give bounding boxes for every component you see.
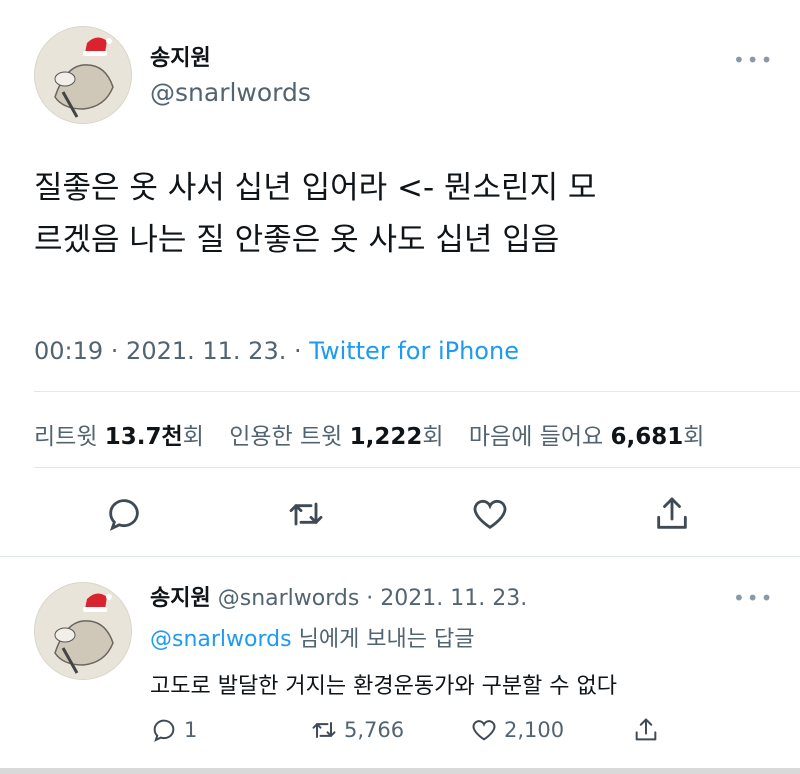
bottom-border	[0, 768, 800, 774]
quotes-stat[interactable]: 인용한 트윗 1,222회	[229, 424, 443, 450]
reply-handle-date[interactable]: @snarlwords · 2021. 11. 23.	[218, 586, 528, 611]
divider	[34, 391, 800, 392]
reply-reply-button[interactable]: 1	[150, 716, 197, 744]
retweet-count: 5,766	[344, 718, 405, 742]
reply-icon[interactable]	[104, 494, 144, 534]
like-icon	[472, 720, 496, 741]
reply-retweet-button[interactable]: 5,766	[310, 716, 404, 744]
reply-like-button[interactable]: 2,100	[470, 716, 564, 744]
reply-icon	[153, 719, 175, 742]
section-divider	[0, 556, 800, 557]
replying-to: @snarlwords 님에게 보내는 답글	[150, 627, 475, 652]
retweet-icon	[312, 722, 336, 738]
tweet-text-line-1: 질좋은 옷 사서 십년 입어라 <- 뭔소린지 모	[34, 170, 597, 206]
tweet-meta: 00:19 · 2021. 11. 23. · Twitter for iPho…	[34, 337, 519, 365]
more-options-icon[interactable]: •••	[733, 48, 774, 72]
tweet-text-line-2: 르겠음 나는 질 안좋은 옷 사도 십년 입음	[34, 222, 560, 258]
tweet-text: 질좋은 옷 사서 십년 입어라 <- 뭔소린지 모 르겠음 나는 질 안좋은 옷…	[34, 162, 596, 266]
likes-stat[interactable]: 마음에 들어요 6,681회	[469, 424, 705, 450]
display-name[interactable]: 송지원	[150, 40, 211, 72]
reply-avatar[interactable]	[34, 582, 132, 680]
engagement-stats: 리트윗 13.7천회 인용한 트윗 1,222회 마음에 들어요 6,681회	[34, 417, 722, 451]
reply-share-button[interactable]	[632, 716, 660, 744]
divider	[34, 467, 800, 468]
retweets-stat[interactable]: 리트윗 13.7천회	[34, 424, 204, 450]
timestamp[interactable]: 00:19 · 2021. 11. 23. ·	[34, 337, 309, 365]
reply-text: 고도로 발달한 거지는 환경운동가와 구분할 수 없다	[150, 674, 618, 699]
user-handle[interactable]: @snarlwords	[150, 78, 311, 107]
avatar[interactable]	[34, 26, 132, 124]
share-icon[interactable]	[652, 494, 692, 534]
reply-count: 1	[184, 718, 198, 742]
replying-to-mention[interactable]: @snarlwords	[150, 627, 292, 652]
retweet-icon[interactable]	[286, 494, 326, 534]
source-link[interactable]: Twitter for iPhone	[309, 337, 519, 365]
like-count: 2,100	[504, 718, 565, 742]
share-icon	[635, 718, 657, 741]
reply-more-options-icon[interactable]: •••	[733, 586, 774, 610]
like-icon[interactable]	[470, 494, 510, 534]
reply-header: 송지원 @snarlwords · 2021. 11. 23.	[150, 580, 527, 612]
reply-display-name[interactable]: 송지원	[150, 586, 211, 611]
